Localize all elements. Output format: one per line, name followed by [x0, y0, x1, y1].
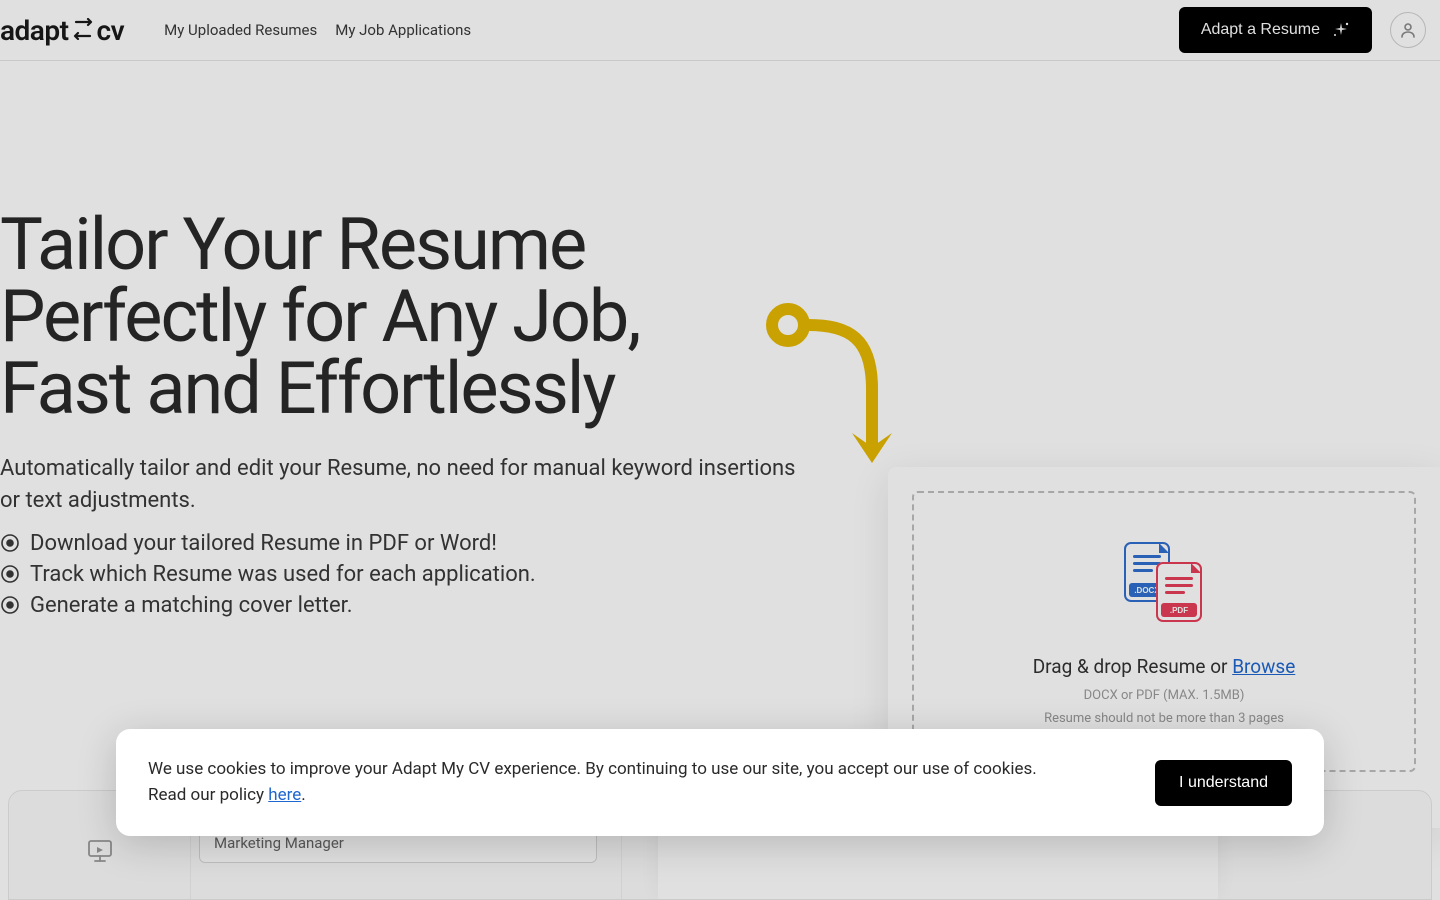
cookie-text-part2: . — [301, 785, 305, 805]
feature-text: Generate a matching cover letter. — [30, 593, 353, 618]
dropzone-hint-format: DOCX or PDF (MAX. 1.5MB) — [934, 688, 1394, 703]
cookie-text: We use cookies to improve your Adapt My … — [148, 757, 1048, 808]
logo-text-part2: cv — [97, 14, 125, 47]
hero-subtitle: Automatically tailor and edit your Resum… — [0, 453, 800, 517]
nav-uploaded-resumes[interactable]: My Uploaded Resumes — [164, 21, 317, 39]
header: adapt cv My Uploaded Resumes My Job Appl… — [0, 0, 1440, 61]
monitor-icon — [87, 839, 113, 867]
sparkle-icon — [1332, 21, 1350, 39]
adapt-resume-label: Adapt a Resume — [1201, 21, 1320, 39]
nav-job-applications[interactable]: My Job Applications — [335, 21, 471, 39]
user-icon — [1399, 21, 1417, 39]
logo[interactable]: adapt cv — [0, 14, 124, 47]
file-type-icons: .DOCX .PDF — [934, 541, 1394, 627]
adapt-resume-button[interactable]: Adapt a Resume — [1179, 7, 1372, 53]
browse-link[interactable]: Browse — [1232, 655, 1295, 678]
hero-title: Tailor Your Resume Perfectly for Any Job… — [0, 209, 760, 425]
target-icon — [0, 564, 20, 584]
cookie-banner: We use cookies to improve your Adapt My … — [116, 729, 1324, 836]
target-icon — [0, 533, 20, 553]
cookie-policy-link[interactable]: here — [268, 785, 301, 805]
arrow-decoration — [760, 299, 920, 483]
cookie-accept-button[interactable]: I understand — [1155, 760, 1292, 806]
nav: My Uploaded Resumes My Job Applications — [164, 21, 471, 39]
dropzone-text: Drag & drop Resume or Browse — [934, 655, 1394, 678]
logo-text-part1: adapt — [0, 14, 69, 47]
logo-swap-icon — [70, 14, 96, 47]
feature-text: Download your tailored Resume in PDF or … — [30, 531, 497, 556]
feature-text: Track which Resume was used for each app… — [30, 562, 536, 587]
hero-section: Tailor Your Resume Perfectly for Any Job… — [0, 209, 1440, 618]
target-icon — [0, 595, 20, 615]
user-avatar-button[interactable] — [1390, 12, 1426, 48]
dropzone-hint-pages: Resume should not be more than 3 pages — [934, 711, 1394, 726]
dropzone-prefix: Drag & drop Resume or — [1033, 655, 1232, 678]
svg-text:.PDF: .PDF — [1170, 606, 1188, 615]
job-title-value: Marketing Manager — [214, 834, 344, 852]
